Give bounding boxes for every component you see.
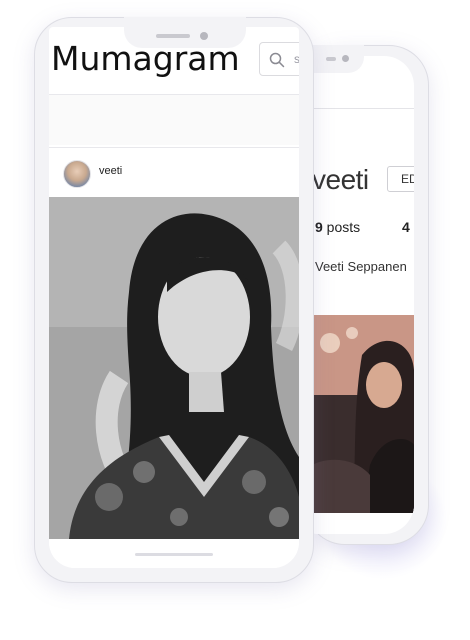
home-indicator xyxy=(135,553,213,556)
posts-label: posts xyxy=(322,219,361,235)
profile-username: veeti xyxy=(312,164,369,195)
post-image[interactable] xyxy=(49,197,299,539)
front-phone-notch xyxy=(124,17,246,48)
search-placeholder: s xyxy=(294,52,299,66)
profile-photo-image xyxy=(312,315,414,513)
profile-grid-photo[interactable] xyxy=(312,315,414,513)
avatar[interactable] xyxy=(63,160,91,188)
posts-count: 9 xyxy=(315,219,323,235)
followers-count-stat[interactable]: 4 xyxy=(402,219,410,235)
stories-bar xyxy=(49,95,299,145)
front-camera xyxy=(200,32,208,40)
back-phone-notch xyxy=(312,45,364,73)
feed-screen: Mumagram s veeti xyxy=(49,27,299,568)
speaker-grille xyxy=(326,57,336,61)
post-header: veeti xyxy=(49,147,299,202)
edit-profile-button[interactable]: ED xyxy=(387,166,414,192)
post-username[interactable]: veeti xyxy=(99,165,122,177)
profile-screen: ····· veeti ED 9 posts 4 Veeti Seppanen xyxy=(312,56,414,534)
bottom-bar xyxy=(49,539,299,568)
search-input[interactable]: s xyxy=(259,42,299,76)
search-icon xyxy=(269,52,285,68)
profile-full-name: Veeti Seppanen xyxy=(315,259,407,274)
posts-count-stat: 9 posts xyxy=(315,219,360,235)
post-photo-image xyxy=(49,197,299,539)
front-camera xyxy=(342,55,349,62)
speaker-grille xyxy=(156,34,190,38)
header-divider xyxy=(312,108,414,109)
